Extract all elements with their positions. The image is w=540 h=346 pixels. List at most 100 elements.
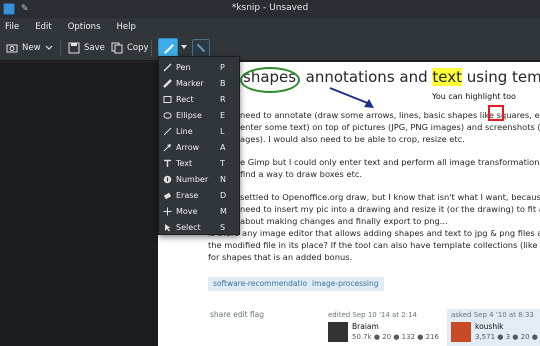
marker-icon: [163, 79, 172, 88]
edited-by-card: edited Sep 10 '14 at 2:14 Braiam 50.7k ●…: [324, 309, 442, 346]
tool-label: Line: [176, 126, 193, 136]
rect-annotation[interactable]: [488, 105, 504, 121]
tool-menu-item-move[interactable]: Move M: [159, 203, 239, 219]
tool-menu-item-select[interactable]: Select S: [159, 219, 239, 235]
menu-file[interactable]: File: [5, 22, 19, 32]
title-highlight: text: [432, 68, 462, 86]
tool-label: Arrow: [176, 142, 200, 152]
new-button[interactable]: New: [6, 39, 41, 57]
move-icon: [163, 207, 172, 216]
tool-shortcut: M: [220, 206, 227, 216]
tool-shortcut: P: [220, 62, 225, 72]
tool-label: Ellipse: [176, 110, 202, 120]
pen-icon: [164, 44, 174, 54]
crop-button[interactable]: [192, 39, 210, 57]
text-icon: [164, 159, 171, 167]
tool-label: Erase: [176, 190, 199, 200]
copy-button[interactable]: Copy: [111, 39, 149, 57]
asker-reputation: 3,571 ● 3 ● 20 ● 19: [475, 333, 540, 341]
select-icon: [165, 224, 171, 232]
new-dropdown-button[interactable]: [45, 39, 53, 57]
tool-shortcut: A: [220, 142, 226, 152]
asker-username[interactable]: koushik: [475, 322, 504, 331]
question-line: settled to Openoffice.org draw, but I kn…: [240, 192, 540, 202]
new-screenshot-icon: [6, 42, 18, 54]
menu-help[interactable]: Help: [117, 22, 136, 32]
arrow-annotation[interactable]: [328, 86, 378, 112]
tool-shortcut: B: [220, 78, 226, 88]
question-line: for shapes that is an added bonus.: [208, 252, 353, 262]
arrow-icon: [163, 144, 171, 152]
copy-icon: [111, 42, 123, 54]
rect-icon: [163, 96, 172, 103]
question-line: ages). I would also need to be able to c…: [240, 134, 465, 144]
save-button-label: Save: [84, 43, 105, 53]
editor-username[interactable]: Braiam: [352, 322, 379, 331]
tag-image-processing[interactable]: image-processing: [307, 277, 384, 291]
save-icon: [68, 42, 80, 54]
toolbar-separator: [151, 40, 152, 56]
title-middle: , annotations and: [296, 68, 433, 86]
erase-icon: [163, 192, 172, 200]
asked-by-card: asked Sep 4 '10 at 8:33 koushik 3,571 ● …: [447, 309, 540, 346]
tool-menu-item-marker[interactable]: Marker B: [159, 75, 239, 91]
avatar[interactable]: [451, 322, 471, 342]
tool-menu-item-text[interactable]: Text T: [159, 155, 239, 171]
tool-label: Number: [176, 174, 209, 184]
tool-shortcut: L: [220, 126, 225, 136]
tool-label: Pen: [176, 62, 191, 72]
window-title: *ksnip - Unsaved: [231, 3, 309, 13]
menu-bar: File Edit Options Help: [0, 18, 540, 35]
tool-shortcut: E: [220, 110, 226, 120]
question-line: Is there any image editor that allows ad…: [208, 228, 540, 238]
tool-shortcut: R: [220, 94, 226, 104]
highlight-hint-text: You can highlight too: [432, 92, 516, 101]
tool-menu-item-arrow[interactable]: Arrow A: [159, 139, 239, 155]
save-button[interactable]: Save: [68, 39, 105, 57]
ellipse-icon: [163, 112, 172, 119]
title-end: using templates: [466, 68, 540, 86]
question-line: e Gimp but I could only enter text and p…: [240, 157, 540, 167]
tool-menu-item-pen[interactable]: Pen P: [159, 59, 239, 75]
copy-button-label: Copy: [127, 43, 149, 53]
tool-label: Rect: [176, 94, 194, 104]
tool-menu-item-number[interactable]: Number N: [159, 171, 239, 187]
tool-label: Marker: [176, 78, 204, 88]
tool-label: Move: [176, 206, 198, 216]
tool-menu-item-line[interactable]: Line L: [159, 123, 239, 139]
tool-label: Select: [176, 222, 201, 232]
avatar[interactable]: [328, 322, 348, 342]
post-actions[interactable]: share edit flag: [210, 310, 264, 319]
tool-shortcut: T: [220, 158, 225, 168]
tag-software-recommendation[interactable]: software-recommendation: [208, 277, 317, 291]
question-line: need to insert my pic into a drawing and…: [240, 204, 540, 214]
tool-dropdown-arrow[interactable]: [181, 45, 187, 49]
number-icon: [163, 175, 172, 184]
question-line: about making changes and finally export …: [240, 216, 448, 226]
tool-label: Text: [176, 158, 193, 168]
pen-icon: [163, 63, 172, 72]
tool-menu: Pen P Marker B Rect R Ellipse E Line L A…: [158, 56, 240, 235]
menu-edit[interactable]: Edit: [35, 22, 51, 32]
draw-tool-button[interactable]: [158, 38, 178, 58]
tool-menu-item-erase[interactable]: Erase D: [159, 187, 239, 203]
question-line: find a way to draw boxes etc.: [240, 169, 363, 179]
line-icon: [163, 127, 172, 136]
editor-reputation: 50.7k ● 20 ● 132 ● 216: [352, 333, 439, 341]
tool-shortcut: D: [220, 190, 227, 200]
chevron-down-icon: [45, 45, 53, 50]
title-bar: ✎ *ksnip - Unsaved: [0, 0, 540, 18]
crop-icon: [196, 43, 206, 53]
tool-shortcut: N: [220, 174, 226, 184]
new-button-label: New: [22, 43, 41, 53]
question-line: enter some text) on top of pictures (JPG…: [240, 122, 540, 132]
asked-meta[interactable]: asked Sep 4 '10 at 8:33: [451, 311, 534, 319]
toolbar: New Save Copy: [0, 35, 540, 61]
question-line: the modified file in its place? If the t…: [208, 240, 540, 250]
tool-menu-item-rect[interactable]: Rect R: [159, 91, 239, 107]
menu-options[interactable]: Options: [68, 22, 101, 32]
ellipse-annotation[interactable]: [240, 67, 300, 93]
tool-menu-item-ellipse[interactable]: Ellipse E: [159, 107, 239, 123]
edited-meta[interactable]: edited Sep 10 '14 at 2:14: [328, 311, 417, 319]
tool-shortcut: S: [220, 222, 226, 232]
